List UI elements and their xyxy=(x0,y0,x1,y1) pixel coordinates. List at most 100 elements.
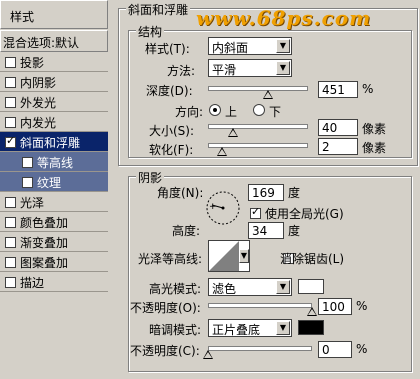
angle-unit: 度 xyxy=(288,186,301,200)
style-item-texture[interactable]: 纹理 xyxy=(0,172,108,192)
angle-input[interactable]: 169 xyxy=(248,184,284,201)
soften-input[interactable]: 2 xyxy=(318,138,358,155)
shadow-opacity-track[interactable] xyxy=(208,346,312,351)
style-item-label: 描边 xyxy=(20,276,45,290)
chevron-down-icon: ▼ xyxy=(239,249,249,263)
style-item-label: 图案叠加 xyxy=(20,256,69,270)
soften-slider-thumb[interactable] xyxy=(217,147,227,156)
styles-header[interactable]: 样式 xyxy=(0,0,108,29)
shadow-opacity-label: 不透明度(C): xyxy=(130,344,200,358)
checkbox[interactable] xyxy=(5,277,16,288)
checkbox[interactable] xyxy=(22,177,33,188)
style-item-inner-shadow[interactable]: 内阴影 xyxy=(0,72,108,92)
style-item-gradient-overlay[interactable]: 渐变叠加 xyxy=(0,232,108,252)
global-light-label: 使用全局光(G) xyxy=(265,207,344,221)
checkbox[interactable] xyxy=(5,117,16,128)
style-item-contour[interactable]: 等高线 xyxy=(0,152,108,172)
style-item-satin[interactable]: 光泽 xyxy=(0,192,108,212)
size-slider-track[interactable] xyxy=(208,124,308,129)
highlight-mode-value: 滤色 xyxy=(212,282,237,296)
checkbox[interactable] xyxy=(5,97,16,108)
style-item-label: 颜色叠加 xyxy=(20,216,69,230)
style-item-label: 斜面和浮雕 xyxy=(20,136,81,150)
chevron-down-icon: ▼ xyxy=(276,280,290,294)
size-unit: 像素 xyxy=(362,122,387,136)
style-item-label: 外发光 xyxy=(20,96,57,110)
blending-options-item[interactable]: 混合选项:默认 xyxy=(0,30,108,52)
style-item-pattern-overlay[interactable]: 图案叠加 xyxy=(0,252,108,272)
direction-up-label: 上 xyxy=(225,105,238,119)
style-item-bevel-emboss[interactable]: 斜面和浮雕 xyxy=(0,132,108,152)
highlight-color-swatch[interactable] xyxy=(298,279,324,294)
direction-up-radio[interactable] xyxy=(209,104,221,116)
style-item-label: 内阴影 xyxy=(20,76,57,90)
style-item-label: 等高线 xyxy=(37,156,74,170)
checkbox[interactable] xyxy=(5,77,16,88)
altitude-label: 高度: xyxy=(172,224,201,238)
style-item-inner-glow[interactable]: 内发光 xyxy=(0,112,108,132)
soften-label: 软化(F): xyxy=(149,143,194,157)
depth-label: 深度(D): xyxy=(146,84,193,98)
depth-slider-track[interactable] xyxy=(208,86,308,91)
checkbox[interactable] xyxy=(5,257,16,268)
style-select-value: 内斜面 xyxy=(212,41,249,55)
style-item-label: 渐变叠加 xyxy=(20,236,69,250)
gloss-contour-picker[interactable]: ▼ xyxy=(208,240,250,272)
style-item-label: 光泽 xyxy=(20,196,45,210)
structure-title: 结构 xyxy=(136,23,165,40)
altitude-unit: 度 xyxy=(288,224,301,238)
direction-label: 方向: xyxy=(175,105,204,119)
highlight-opacity-thumb[interactable] xyxy=(307,307,317,316)
global-light-checkbox[interactable] xyxy=(250,205,261,219)
highlight-opacity-input[interactable]: 100 xyxy=(318,298,352,315)
size-input[interactable]: 40 xyxy=(318,119,358,136)
bevel-emboss-title: 斜面和浮雕 xyxy=(126,1,191,18)
contour-curve-icon xyxy=(209,241,239,271)
style-item-color-overlay[interactable]: 颜色叠加 xyxy=(0,212,108,232)
style-item-label: 内发光 xyxy=(20,116,57,130)
depth-slider-thumb[interactable] xyxy=(263,90,273,99)
style-item-label: 投影 xyxy=(20,56,45,70)
style-item-label: 纹理 xyxy=(37,176,62,190)
depth-unit: % xyxy=(362,82,374,96)
style-item-drop-shadow[interactable]: 投影 xyxy=(0,52,108,72)
checkbox[interactable] xyxy=(22,157,33,168)
shadow-opacity-unit: % xyxy=(356,342,368,356)
checkbox[interactable] xyxy=(5,197,16,208)
chevron-down-icon: ▼ xyxy=(276,61,290,75)
checkbox[interactable] xyxy=(5,237,16,248)
style-label: 样式(T): xyxy=(145,42,190,56)
antialias-label: 消除锯齿(L) xyxy=(280,252,345,266)
shadow-opacity-input[interactable]: 0 xyxy=(318,341,352,358)
checkbox[interactable] xyxy=(5,57,16,68)
checkbox[interactable] xyxy=(5,134,16,148)
highlight-mode-select[interactable]: 滤色 ▼ xyxy=(208,278,292,296)
method-label: 方法: xyxy=(167,64,196,78)
chevron-down-icon: ▼ xyxy=(276,39,290,53)
chevron-down-icon: ▼ xyxy=(276,321,290,335)
style-item-outer-glow[interactable]: 外发光 xyxy=(0,92,108,112)
highlight-mode-label: 高光模式: xyxy=(149,282,202,296)
shadow-mode-select[interactable]: 正片叠底 ▼ xyxy=(208,319,292,337)
altitude-input[interactable]: 34 xyxy=(248,222,284,239)
style-item-stroke[interactable]: 描边 xyxy=(0,272,108,292)
shadow-opacity-thumb[interactable] xyxy=(203,350,213,359)
direction-down-label: 下 xyxy=(269,105,282,119)
depth-input[interactable]: 451 xyxy=(318,81,358,98)
shadow-mode-label: 暗调模式: xyxy=(149,323,202,337)
highlight-opacity-label: 不透明度(O): xyxy=(130,301,201,315)
highlight-opacity-track[interactable] xyxy=(208,303,312,308)
style-select[interactable]: 内斜面 ▼ xyxy=(208,37,292,55)
method-select-value: 平滑 xyxy=(212,63,237,77)
size-slider-thumb[interactable] xyxy=(228,128,238,137)
highlight-opacity-unit: % xyxy=(356,299,368,313)
shadow-color-swatch[interactable] xyxy=(298,320,324,335)
method-select[interactable]: 平滑 ▼ xyxy=(208,59,292,77)
gloss-contour-label: 光泽等高线: xyxy=(138,252,203,266)
svg-text:+: + xyxy=(209,202,217,212)
direction-down-radio[interactable] xyxy=(253,104,265,116)
styles-panel: 样式 混合选项:默认 投影 内阴影 外发光 内发光 斜面和浮雕 等高线 纹理 光… xyxy=(0,0,112,379)
checkbox[interactable] xyxy=(5,217,16,228)
watermark-logo: www.68ps.com xyxy=(196,6,372,30)
angle-dial[interactable]: + xyxy=(205,190,241,226)
